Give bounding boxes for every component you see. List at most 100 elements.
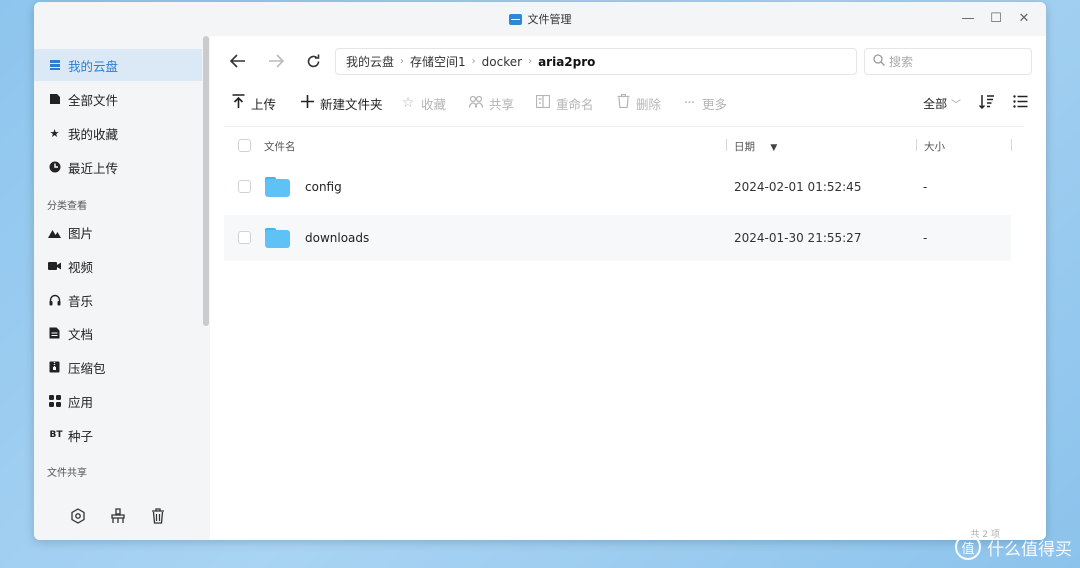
upload-button[interactable]: 上传 <box>231 92 276 114</box>
window-title-text: 文件管理 <box>527 13 572 26</box>
watermark: 值 什么值得买 <box>955 534 1072 560</box>
sidebar-item-images[interactable]: 图片 <box>34 216 202 248</box>
file-size: - <box>923 231 928 245</box>
section-file-share: 文件共享 <box>47 468 87 479</box>
sidebar-item-favorites[interactable]: ★ 我的收藏 <box>34 117 202 149</box>
maximize-icon[interactable]: ☐ <box>988 10 1004 26</box>
search-input[interactable]: 搜索 <box>864 48 1032 75</box>
sidebar-item-label: 我的收藏 <box>68 126 119 142</box>
breadcrumb-item[interactable]: 我的云盘 <box>346 53 394 70</box>
share-button[interactable]: 共享 <box>468 92 514 114</box>
sidebar-item-videos[interactable]: 视频 <box>34 250 202 282</box>
clean-icon[interactable] <box>108 506 128 526</box>
sidebar-item-all-files[interactable]: 全部文件 <box>34 83 202 115</box>
row-checkbox[interactable] <box>238 180 251 193</box>
sidebar-item-label: 音乐 <box>68 293 94 309</box>
file-manager-app-icon <box>508 13 522 25</box>
chevron-right-icon: › <box>400 56 405 67</box>
column-divider[interactable] <box>916 139 917 151</box>
window-title: 文件管理 <box>508 11 572 27</box>
watermark-logo-icon: 值 <box>955 534 981 560</box>
chevron-right-icon: › <box>471 56 476 67</box>
sidebar-scrollbar[interactable] <box>203 36 209 326</box>
apps-icon <box>48 395 61 408</box>
sidebar-item-label: 最近上传 <box>68 160 119 176</box>
new-folder-button[interactable]: 新建文件夹 <box>300 92 383 114</box>
sidebar-item-torrents[interactable]: BT 种子 <box>34 419 202 451</box>
sidebar-item-label: 种子 <box>68 428 94 444</box>
file-date: 2024-01-30 21:55:27 <box>734 231 862 245</box>
chevron-down-icon: ﹀ <box>951 99 961 111</box>
file-icon <box>48 93 61 106</box>
delete-button[interactable]: 删除 <box>616 92 661 114</box>
delete-label: 删除 <box>636 96 662 112</box>
sidebar-item-label: 图片 <box>68 225 94 241</box>
window-controls: — ☐ ✕ <box>960 10 1032 26</box>
sidebar-item-label: 应用 <box>68 394 94 410</box>
bt-icon: BT <box>49 430 63 440</box>
arrow-right-icon <box>269 54 284 68</box>
sidebar-item-apps[interactable]: 应用 <box>34 385 202 417</box>
filter-select[interactable]: 全部 ﹀ <box>923 95 961 112</box>
rename-label: 重命名 <box>556 96 594 112</box>
file-name[interactable]: downloads <box>305 231 369 245</box>
column-divider[interactable] <box>1011 139 1012 151</box>
rename-icon <box>535 94 551 112</box>
upload-label: 上传 <box>251 96 277 112</box>
sidebar-item-recent[interactable]: 最近上传 <box>34 151 202 183</box>
navigation-bar: 我的云盘 › 存储空间1 › docker › aria2pro 搜索 <box>210 48 1046 76</box>
rename-button[interactable]: 重命名 <box>535 92 594 114</box>
video-icon <box>48 260 61 273</box>
more-label: 更多 <box>702 96 728 112</box>
breadcrumb: 我的云盘 › 存储空间1 › docker › aria2pro <box>335 48 857 75</box>
filter-label: 全部 <box>923 96 948 111</box>
file-size: - <box>923 180 928 194</box>
column-date-label: 日期 <box>734 141 755 153</box>
title-bar: 文件管理 — ☐ ✕ <box>34 2 1046 36</box>
file-date: 2024-02-01 01:52:45 <box>734 180 862 194</box>
forward-button[interactable] <box>265 48 287 74</box>
back-button[interactable] <box>227 48 249 74</box>
sort-icon[interactable] <box>978 94 995 113</box>
document-icon <box>48 327 61 340</box>
sidebar-bottom-actions <box>34 506 202 526</box>
close-icon[interactable]: ✕ <box>1016 10 1032 26</box>
select-all-checkbox[interactable] <box>238 139 251 152</box>
refresh-icon <box>307 54 319 67</box>
column-size-header[interactable]: 大小 <box>924 139 945 154</box>
minimize-icon[interactable]: — <box>960 10 976 26</box>
file-list-header: 文件名 日期 ▼ 大小 <box>224 126 1024 162</box>
sidebar-item-music[interactable]: 音乐 <box>34 284 202 316</box>
sidebar: 我的云盘 全部文件 ★ 我的收藏 最近上传 分类查看 图片 视频 音乐 文档 压… <box>34 36 210 540</box>
column-divider[interactable] <box>726 139 727 151</box>
favorite-label: 收藏 <box>421 96 447 112</box>
archive-icon <box>48 361 61 374</box>
breadcrumb-item[interactable]: docker <box>482 55 522 69</box>
sidebar-item-my-cloud[interactable]: 我的云盘 <box>34 49 202 81</box>
breadcrumb-current[interactable]: aria2pro <box>538 55 595 69</box>
new-folder-label: 新建文件夹 <box>320 96 383 112</box>
refresh-button[interactable] <box>302 48 324 74</box>
watermark-text: 什么值得买 <box>987 539 1072 560</box>
row-checkbox[interactable] <box>238 231 251 244</box>
list-view-icon[interactable] <box>1013 94 1028 112</box>
trash-icon[interactable] <box>148 506 168 526</box>
sidebar-item-archives[interactable]: 压缩包 <box>34 351 202 383</box>
file-name[interactable]: config <box>305 180 342 194</box>
file-manager-window: 文件管理 — ☐ ✕ 我的云盘 全部文件 ★ 我的收藏 最近上传 分类查看 图片… <box>34 2 1046 540</box>
view-options: 全部 ﹀ <box>923 92 1028 114</box>
clock-icon <box>48 161 61 174</box>
column-name-header[interactable]: 文件名 <box>264 139 296 154</box>
sidebar-item-documents[interactable]: 文档 <box>34 317 202 349</box>
trash-icon <box>616 93 630 112</box>
more-button[interactable]: ··· 更多 <box>682 92 727 114</box>
column-date-header[interactable]: 日期 ▼ <box>734 139 777 154</box>
breadcrumb-item[interactable]: 存储空间1 <box>410 53 466 70</box>
image-icon <box>48 226 61 239</box>
settings-hex-icon[interactable] <box>68 506 88 526</box>
table-row[interactable]: config 2024-02-01 01:52:45 - <box>224 164 1011 210</box>
favorite-button[interactable]: ☆ 收藏 <box>401 92 446 114</box>
search-placeholder: 搜索 <box>889 55 914 69</box>
table-row[interactable]: downloads 2024-01-30 21:55:27 - <box>224 215 1011 261</box>
star-outline-icon: ☆ <box>401 95 415 111</box>
